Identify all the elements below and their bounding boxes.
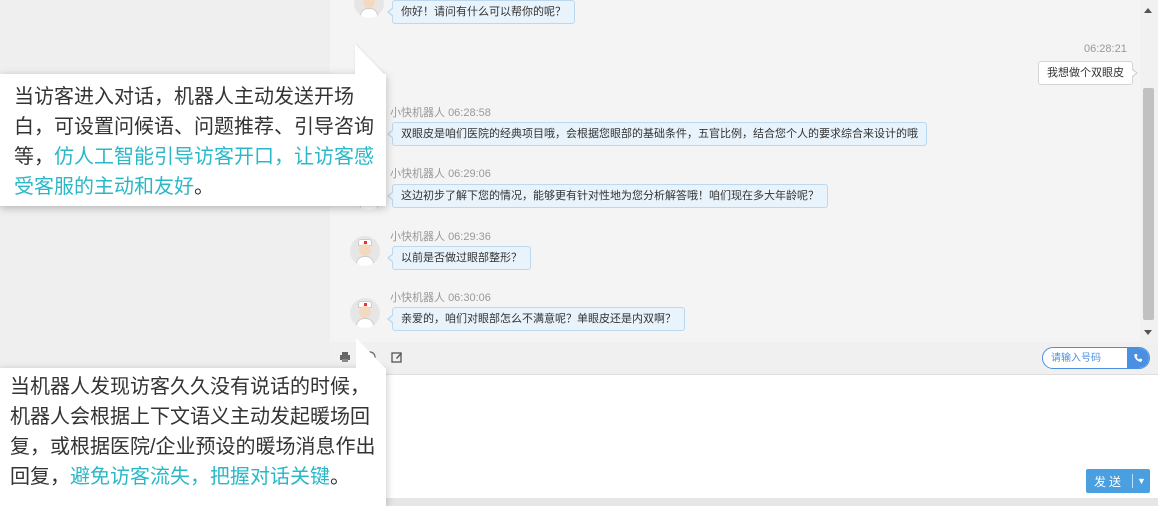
feature-callout-greeting: 当访客进入对话，机器人主动发送开场白，可设置问候语、问题推荐、引导咨询等，仿人工… [0, 74, 386, 206]
phone-icon[interactable] [1127, 348, 1149, 368]
bot-avatar [354, 0, 384, 18]
message-time: 06:29:06 [448, 168, 491, 180]
sender-name: 小快机器人 [390, 168, 445, 180]
message-input-area[interactable]: 发送 ▼ [330, 374, 1158, 498]
phone-number-box [1042, 347, 1150, 369]
message-bubble: 亲爱的，咱们对眼部怎么不满意呢？单眼皮还是内双啊？ [387, 307, 685, 331]
feature-callout-warmup: 当机器人发现访客久久没有说话的时候，机器人会根据上下文语义主动发起暖场回复，或根… [0, 338, 386, 506]
scroll-down-arrow-icon[interactable] [1144, 330, 1152, 335]
sender-name: 小快机器人 [390, 292, 445, 304]
edit-icon[interactable] [391, 351, 403, 363]
message-time: 06:29:36 [448, 231, 491, 243]
chat-scrollbar[interactable] [1140, 0, 1158, 342]
message-meta: 小快机器人 06:29:36 [390, 228, 491, 244]
sender-name: 小快机器人 [390, 107, 445, 119]
user-message-bubble: 我想做个双眼皮 [1038, 61, 1138, 85]
send-button-label: 发送 [1093, 474, 1124, 489]
scroll-up-arrow-icon[interactable] [1144, 8, 1152, 13]
send-button[interactable]: 发送 ▼ [1086, 469, 1150, 493]
callout-highlight: 避免访客流失，把握对话关键 [70, 466, 330, 488]
callout-tail: 。 [330, 466, 350, 488]
message-time: 06:28:21 [1084, 43, 1127, 55]
phone-number-input[interactable] [1043, 348, 1129, 368]
bot-avatar [350, 236, 380, 266]
chat-toolbar [330, 342, 1158, 374]
scroll-thumb[interactable] [1143, 88, 1154, 320]
message-bubble: 你好！请问有什么可以帮你的呢？ [387, 0, 575, 24]
message-meta: 小快机器人 06:29:06 [390, 165, 491, 181]
bottom-strip [330, 498, 1158, 506]
callout-tail: 。 [194, 176, 214, 198]
message-time: 06:28:58 [448, 107, 491, 119]
sender-name: 小快机器人 [390, 231, 445, 243]
message-time: 06:30:06 [448, 292, 491, 304]
message-bubble: 这边初步了解下您的情况，能够更有针对性地为您分析解答哦！咱们现在多大年龄呢？ [387, 184, 828, 208]
message-bubble: 以前是否做过眼部整形？ [387, 246, 531, 270]
message-meta: 小快机器人 06:28:58 [390, 104, 491, 120]
printer-icon[interactable] [339, 351, 351, 363]
chat-history: 你好！请问有什么可以帮你的呢？ 06:28:21 我想做个双眼皮 小快机器人 0… [330, 0, 1140, 342]
message-bubble: 双眼皮是咱们医院的经典项目哦，会根据您眼部的基础条件，五官比例，结合您个人的要求… [387, 122, 927, 146]
bot-avatar [350, 298, 380, 328]
message-meta: 小快机器人 06:30:06 [390, 289, 491, 305]
chevron-down-icon[interactable]: ▼ [1133, 476, 1150, 486]
